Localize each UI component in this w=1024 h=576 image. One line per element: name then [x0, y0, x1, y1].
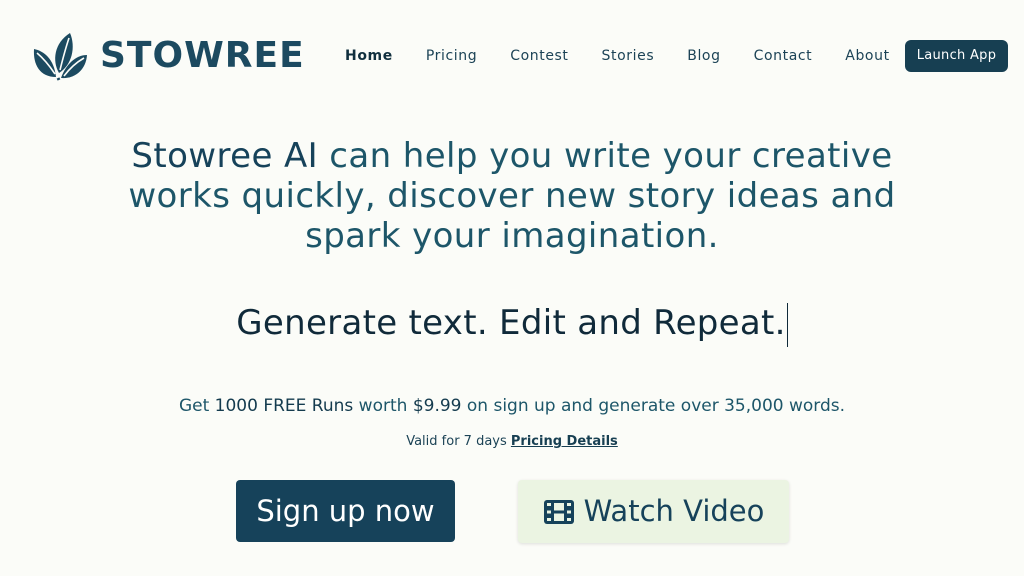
offer-price: $9.99: [412, 396, 462, 416]
free-runs-offer: Get 1000 FREE Runs worth $9.99 on sign u…: [112, 394, 912, 418]
sign-up-button[interactable]: Sign up now: [236, 480, 455, 542]
pricing-details-link[interactable]: Pricing Details: [511, 434, 618, 449]
offer-suffix: on sign up and generate over 35,000 word…: [461, 396, 846, 416]
launch-app-button[interactable]: Launch App: [905, 40, 1008, 72]
brand-logo[interactable]: STOWREE: [32, 31, 305, 81]
offer-middle: worth: [353, 396, 413, 416]
offer-runs: 1000 FREE Runs: [214, 396, 354, 416]
watch-video-button[interactable]: Watch Video: [518, 480, 789, 543]
main-nav: Home Pricing Contest Stories Blog Contac…: [345, 44, 923, 68]
film-icon: [543, 498, 584, 526]
validity-text: Valid for 7 days: [406, 434, 507, 449]
typing-cursor: [786, 302, 788, 347]
watch-video-label: Watch Video: [583, 494, 765, 528]
nav-blog[interactable]: Blog: [687, 44, 720, 68]
offer-prefix: Get: [178, 396, 215, 416]
nav-contest[interactable]: Contest: [510, 44, 568, 68]
typed-tagline: Generate text. Edit and Repeat.: [112, 300, 912, 347]
nav-home[interactable]: Home: [345, 44, 393, 68]
brand-name: STOWREE: [100, 35, 305, 76]
typed-tagline-text: Generate text. Edit and Repeat.: [236, 303, 786, 343]
nav-about[interactable]: About: [845, 44, 889, 68]
leaf-logo-icon: [32, 31, 88, 81]
hero-brand-phrase: Stowree AI: [131, 136, 319, 176]
nav-stories[interactable]: Stories: [602, 44, 655, 68]
hero-heading: Stowree AI can help you write your creat…: [112, 136, 912, 256]
nav-pricing[interactable]: Pricing: [426, 44, 477, 68]
offer-validity: Valid for 7 days Pricing Details: [112, 432, 912, 452]
nav-contact[interactable]: Contact: [754, 44, 813, 68]
landing-page: STOWREE Home Pricing Contest Stories Blo…: [0, 0, 1024, 576]
